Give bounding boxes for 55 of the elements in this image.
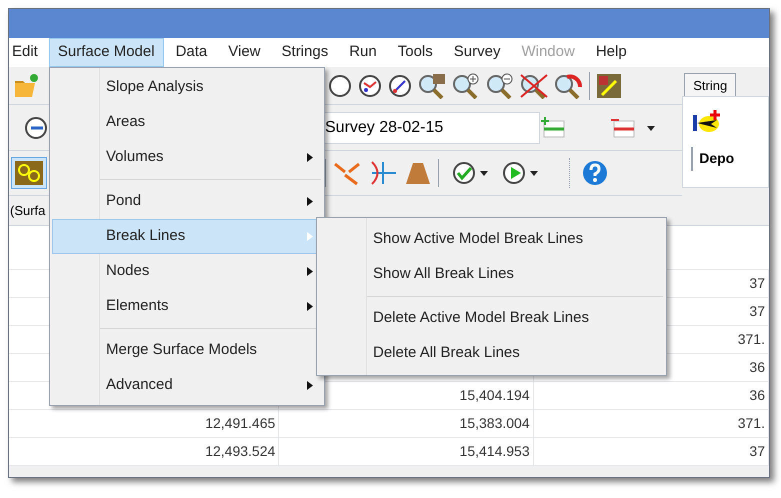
table-cell-text: 12,493.524 — [205, 442, 276, 461]
table-cell-text: 37 — [749, 274, 765, 293]
zoom-window-icon[interactable] — [519, 72, 549, 98]
menu-item[interactable]: Survey — [444, 38, 510, 67]
submenu-arrow-icon — [307, 197, 313, 206]
navigate-icon[interactable] — [23, 114, 49, 140]
nodes-icon[interactable] — [332, 160, 362, 186]
table-cell-text: 36 — [749, 358, 765, 377]
zoom-previous-icon[interactable] — [553, 72, 583, 98]
submenu-arrow-icon — [307, 267, 313, 276]
menu-item[interactable]: Areas — [52, 105, 322, 140]
table-cell-text: 37 — [749, 302, 765, 321]
table-cell-text: 371. — [738, 330, 765, 349]
menu-item[interactable]: View — [219, 38, 270, 67]
table-cell-text: 36 — [749, 386, 765, 405]
menu-item[interactable]: Volumes — [52, 140, 322, 175]
compass-icon[interactable] — [387, 72, 413, 98]
menu-item[interactable]: Help — [586, 38, 636, 67]
menu-item[interactable]: Delete Active Model Break Lines — [319, 301, 664, 336]
menu-item[interactable]: Slope Analysis — [52, 70, 322, 105]
folder-icon[interactable] — [13, 72, 39, 98]
surface-pattern-icon[interactable] — [14, 160, 44, 186]
panel-label: Depo — [699, 150, 734, 166]
menu-item[interactable]: Show All Break Lines — [319, 257, 664, 292]
zoom-out-icon[interactable] — [485, 72, 515, 98]
submenu-arrow-icon — [307, 381, 313, 390]
table-cell-text: 15,383.004 — [460, 414, 530, 433]
model-label: (Surfa — [10, 202, 46, 220]
menu-item[interactable]: Pond — [52, 184, 322, 219]
submenu-arrow-icon — [307, 302, 313, 311]
zoom-in-icon[interactable] — [451, 72, 481, 98]
menu-item[interactable]: Show Active Model Break Lines — [319, 222, 664, 257]
table-cell-text: 371. — [738, 414, 765, 433]
menu-item[interactable]: Edit — [9, 38, 47, 67]
submenu-arrow-icon — [307, 232, 313, 241]
gauge-icon[interactable] — [357, 72, 383, 98]
menu-item[interactable]: Delete All Break Lines — [319, 336, 664, 371]
table-cell-text: 15,414.953 — [460, 442, 530, 461]
circle-icon[interactable] — [327, 72, 353, 98]
menu-item[interactable]: Tools — [388, 38, 442, 67]
menu-item[interactable]: Data — [166, 38, 216, 67]
table-cell-text: 12,491.465 — [205, 414, 276, 433]
menu-item[interactable]: Run — [340, 38, 386, 67]
table-cell-text: 37 — [749, 442, 765, 461]
help-icon[interactable] — [582, 160, 608, 186]
panel-tab[interactable]: String — [684, 73, 736, 96]
submenu-arrow-icon — [307, 153, 313, 162]
menu-item[interactable]: Surface Model — [48, 38, 164, 67]
menu-item[interactable]: Strings — [272, 38, 338, 67]
add-row-icon[interactable] — [540, 114, 566, 140]
menu-item[interactable]: Advanced — [52, 368, 322, 403]
trapezoid-icon[interactable] — [404, 160, 432, 186]
map-icon[interactable] — [596, 72, 622, 98]
table-cell-text: 15,404.194 — [460, 386, 530, 405]
zoom-extents-icon[interactable] — [417, 72, 447, 98]
